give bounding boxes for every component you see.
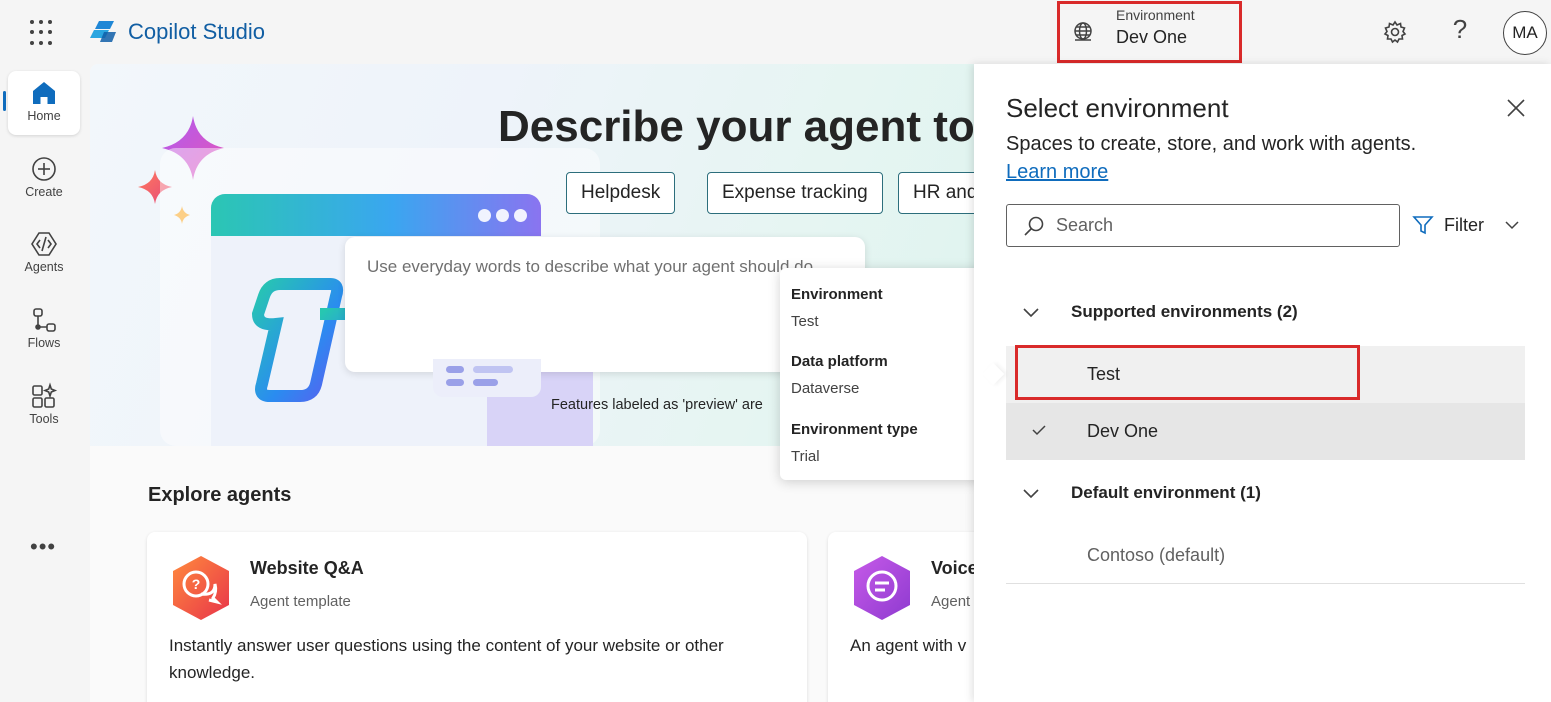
filter-icon xyxy=(1412,216,1434,235)
svg-text:?: ? xyxy=(192,576,201,592)
illustration-mini-card xyxy=(433,359,541,397)
nav-item-tools[interactable]: Tools xyxy=(8,374,80,438)
environment-option-label: Contoso (default) xyxy=(1087,545,1226,565)
tooltip-environment-value: Test xyxy=(791,313,819,330)
nav-item-create[interactable]: Create xyxy=(8,147,80,211)
panel-description: Spaces to create, store, and work with a… xyxy=(1006,133,1417,155)
card-subtitle: Agent xyxy=(931,593,971,610)
gear-icon[interactable] xyxy=(1382,19,1408,45)
active-nav-indicator xyxy=(3,91,6,111)
avatar[interactable]: MA xyxy=(1503,11,1547,55)
help-icon[interactable]: ? xyxy=(1450,14,1470,45)
nav-item-label: Home xyxy=(27,109,61,123)
environment-option-contoso[interactable]: Contoso (default) xyxy=(1006,527,1525,584)
agent-description-placeholder: Use everyday words to describe what your… xyxy=(367,257,814,276)
panel-title: Select environment xyxy=(1006,93,1229,123)
chip-helpdesk[interactable]: Helpdesk xyxy=(566,172,676,214)
chevron-down-icon xyxy=(1023,489,1039,499)
filter-label: Filter xyxy=(1444,215,1484,235)
voice-chat-icon xyxy=(854,556,910,620)
chevron-down-icon xyxy=(1023,308,1039,318)
environment-option-label: Dev One xyxy=(1087,421,1159,441)
globe-icon xyxy=(1074,22,1092,41)
nav-item-flows[interactable]: Flows xyxy=(8,298,80,362)
hero-title: Describe your agent to c xyxy=(498,102,980,151)
search-input[interactable]: Search xyxy=(1006,204,1400,247)
nav-item-label: Create xyxy=(25,185,63,199)
checkmark-icon xyxy=(1032,425,1046,436)
card-title: Website Q&A xyxy=(250,558,364,578)
top-bar: Copilot Studio Environment Dev One ? MA xyxy=(0,0,1551,64)
nav-item-label: Agents xyxy=(24,260,64,274)
group-label: Default environment (1) xyxy=(1071,483,1261,502)
group-label: Supported environments (2) xyxy=(1071,302,1298,321)
more-icon[interactable]: ••• xyxy=(30,534,56,560)
tooltip-platform-value: Dataverse xyxy=(791,380,860,397)
environment-option-dev-one[interactable]: Dev One xyxy=(1006,403,1525,460)
nav-item-label: Tools xyxy=(29,412,59,426)
close-icon[interactable] xyxy=(1506,98,1526,118)
card-subtitle: Agent template xyxy=(250,593,351,610)
app-launcher-icon[interactable] xyxy=(28,18,58,48)
tooltip-type-heading: Environment type xyxy=(791,421,918,438)
home-icon xyxy=(33,82,55,104)
nav-item-home[interactable]: Home xyxy=(8,71,80,135)
highlight-outline-test xyxy=(1015,345,1360,400)
agents-icon xyxy=(31,232,57,256)
nav-item-agents[interactable]: Agents xyxy=(8,222,80,286)
chip-hr[interactable]: HR and xyxy=(898,172,980,214)
flows-icon xyxy=(33,308,56,332)
card-description: Instantly answer user questions using th… xyxy=(169,636,724,682)
tools-icon xyxy=(32,382,58,408)
chip-expense-tracking[interactable]: Expense tracking xyxy=(707,172,883,214)
tooltip-type-value: Trial xyxy=(791,448,820,465)
app-title[interactable]: Copilot Studio xyxy=(128,19,265,45)
agent-card-voice[interactable]: Voice Agent An agent with v xyxy=(828,532,980,702)
search-placeholder: Search xyxy=(1056,215,1114,235)
group-default-environment[interactable]: Default environment (1) xyxy=(1006,474,1526,514)
copilot-studio-logo xyxy=(90,21,116,42)
environment-value: Dev One xyxy=(1116,27,1188,47)
tooltip-environment-heading: Environment xyxy=(791,286,883,303)
tooltip-platform-heading: Data platform xyxy=(791,353,888,370)
qa-chat-icon: ? xyxy=(173,556,229,620)
agent-card-website-qa[interactable]: ? Website Q&A Agent template Instantly a… xyxy=(147,532,807,702)
plus-circle-icon xyxy=(32,157,56,181)
learn-more-link[interactable]: Learn more xyxy=(1006,161,1108,184)
left-nav: Home Create Agents Flows Tools ••• xyxy=(0,64,88,702)
environment-label: Environment xyxy=(1116,7,1195,23)
explore-agents-heading: Explore agents xyxy=(148,484,292,506)
group-supported-environments[interactable]: Supported environments (2) xyxy=(1006,293,1526,333)
preview-note: Features labeled as 'preview' are xyxy=(551,397,763,413)
environment-details-tooltip: Environment Test Data platform Dataverse… xyxy=(780,268,992,480)
search-icon xyxy=(1024,216,1044,236)
card-title: Voice xyxy=(931,558,978,578)
nav-item-label: Flows xyxy=(27,336,61,350)
filter-button[interactable]: Filter xyxy=(1412,214,1522,238)
card-description: An agent with v xyxy=(850,636,967,655)
chevron-down-icon xyxy=(1505,221,1519,230)
